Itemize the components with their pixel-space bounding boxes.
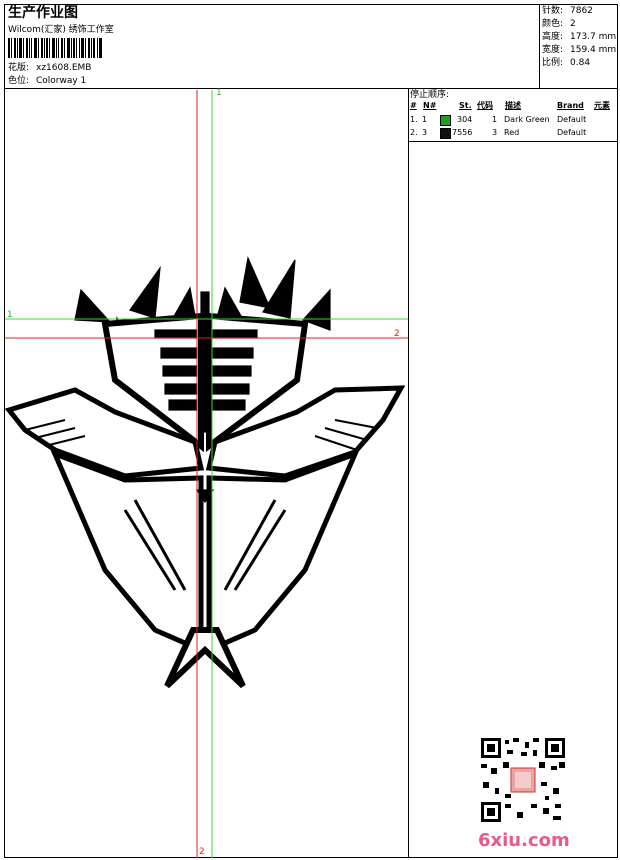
- row-brand: Default: [557, 128, 587, 137]
- design-bar: [164, 383, 198, 395]
- header-divider: [539, 4, 540, 88]
- barcode: [8, 38, 102, 58]
- design-spike-right-2: [262, 259, 296, 319]
- design-spike-left-4: [74, 288, 112, 323]
- design-bar: [162, 365, 198, 377]
- design-bar: [212, 383, 250, 395]
- design-lower-right: [206, 449, 360, 654]
- site-watermark: 6xiu.com: [478, 830, 570, 851]
- row-stitches: 304: [457, 115, 473, 124]
- scale-label: 比例:: [542, 58, 564, 68]
- header-bottom-line: [4, 88, 618, 89]
- colorway-name: Colorway 1: [36, 76, 87, 86]
- col-header-description: 描述: [505, 101, 521, 110]
- col-header-brand: Brand: [557, 101, 584, 110]
- row-stitches: 7556: [452, 128, 473, 137]
- height-value: 173.7 mm: [570, 32, 617, 42]
- design-label: 花版:: [8, 63, 30, 73]
- green-vertical-label: 1: [216, 88, 222, 98]
- design-bar: [212, 347, 254, 359]
- design-bar: [154, 329, 198, 339]
- sequence-title: 停止顺序:: [410, 90, 450, 100]
- row-needle: 3: [422, 128, 428, 137]
- design-spike-left-2: [129, 265, 161, 319]
- color-swatch: [440, 128, 451, 139]
- row-code: 3: [492, 128, 498, 137]
- col-header-element: 元素: [594, 101, 610, 110]
- row-index: 2.: [410, 128, 418, 137]
- design-spike-right-1: [239, 255, 272, 309]
- table-row: 2. 3 7556 3 Red Default: [409, 128, 617, 141]
- col-header-code: 代码: [477, 101, 493, 110]
- green-horizontal-label: 1: [7, 310, 13, 320]
- red-horizontal-label: 2: [394, 329, 400, 339]
- row-brand: Default: [557, 115, 587, 124]
- design-bar: [212, 365, 252, 377]
- row-code: 1: [492, 115, 498, 124]
- colors-value: 2: [570, 19, 576, 29]
- height-label: 高度:: [542, 32, 564, 42]
- row-description: Dark Green: [504, 115, 550, 124]
- col-header-index: #: [410, 101, 417, 110]
- scale-value: 0.84: [570, 58, 591, 68]
- embroidery-design: [5, 90, 408, 858]
- table-row: 1. 1 304 1 Dark Green Default: [409, 115, 617, 128]
- row-needle: 1: [422, 115, 428, 124]
- design-spike-left-3: [171, 286, 196, 319]
- design-lower-left: [50, 449, 204, 654]
- design-bar: [160, 347, 198, 359]
- colorway-label: 色位:: [8, 76, 30, 86]
- design-bar: [212, 399, 246, 411]
- design-file: xz1608.EMB: [36, 63, 92, 73]
- width-label: 宽度:: [542, 45, 564, 55]
- design-bar: [168, 399, 198, 411]
- col-header-needle: N#: [423, 101, 437, 110]
- page-title: 生产作业图: [8, 5, 78, 21]
- canvas-divider: [408, 88, 409, 858]
- colors-label: 颜色:: [542, 19, 564, 29]
- stitches-value: 7862: [570, 6, 593, 16]
- color-swatch: [440, 115, 451, 126]
- qr-code-icon: [481, 738, 565, 822]
- design-bar: [212, 329, 258, 339]
- width-value: 159.4 mm: [570, 45, 617, 55]
- design-canvas: [5, 90, 408, 858]
- company-name: Wilcom(汇家) 绣饰工作室: [8, 25, 114, 35]
- col-header-stitches: St.: [459, 101, 472, 110]
- sequence-bottom-line: [408, 141, 618, 142]
- stitches-label: 针数:: [542, 6, 564, 16]
- design-spike-right-4: [216, 286, 242, 319]
- table-header-row: # N# St. 代码 描述 Brand 元素: [409, 102, 617, 114]
- row-index: 1.: [410, 115, 418, 124]
- red-vertical-label: 2: [199, 847, 205, 857]
- row-description: Red: [504, 128, 520, 137]
